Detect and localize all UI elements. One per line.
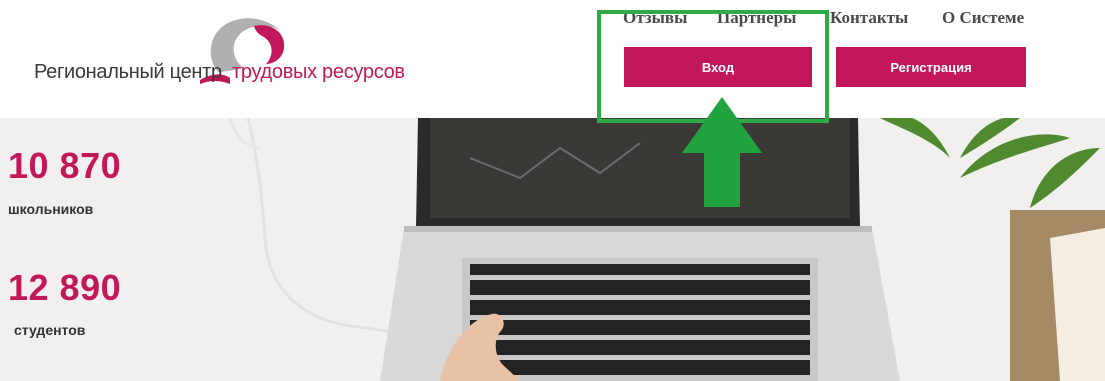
stat-value-students: 12 890 <box>8 267 122 308</box>
logo-text-right: трудовых ресурсов <box>232 61 405 83</box>
top-nav: Отзывы Партнеры Контакты О Системе <box>620 8 1040 30</box>
nav-link-reviews[interactable]: Отзывы <box>623 8 687 28</box>
register-button[interactable]: Регистрация <box>836 47 1026 87</box>
nav-link-contacts[interactable]: Контакты <box>830 8 908 28</box>
hero-banner: 10 870 школьников 12 890 студентов <box>0 118 1105 381</box>
stat-value-schoolchildren: 10 870 <box>8 145 122 186</box>
nav-link-partners[interactable]: Партнеры <box>717 8 796 28</box>
nav-link-about[interactable]: О Системе <box>942 8 1024 28</box>
hero-image <box>228 118 1105 381</box>
stat-label-students: студентов <box>14 322 86 338</box>
stat-label-schoolchildren: школьников <box>8 201 94 217</box>
up-arrow-icon <box>682 97 762 207</box>
site-logo[interactable]: Региональный центр трудовых ресурсов <box>28 14 448 94</box>
login-button[interactable]: Вход <box>624 47 812 87</box>
logo-text-left: Региональный центр <box>34 61 222 83</box>
